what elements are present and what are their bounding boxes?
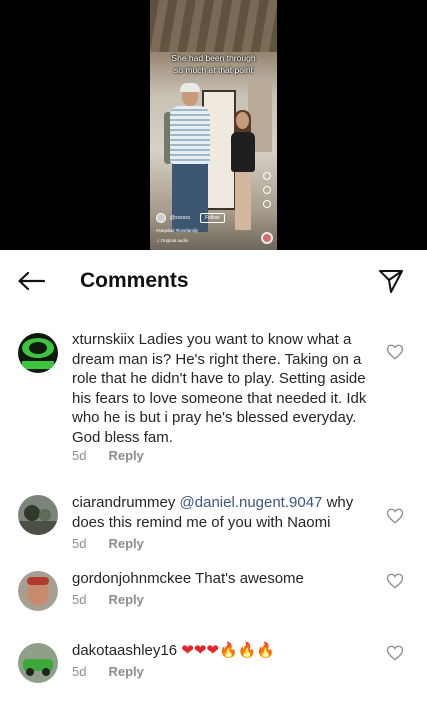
fire-emoji: 🔥 — [237, 641, 257, 659]
send-icon — [379, 270, 403, 293]
comment-time: 5d — [72, 536, 87, 551]
heart-emoji: ❤ — [193, 641, 207, 659]
video-audio: ♫ Original audio — [156, 238, 189, 243]
comment-username[interactable]: dakotaashley16 — [72, 642, 177, 659]
video-caption-line: She had been through — [171, 53, 256, 63]
comment-text: dakotaashley16 ❤❤❤🔥🔥🔥 — [72, 641, 372, 661]
comments-header: Comments — [0, 250, 427, 312]
heart-emoji: ❤ — [206, 641, 219, 659]
comment-meta: 5d Reply — [72, 536, 144, 551]
avatar[interactable] — [18, 643, 58, 683]
video-caption: She had been through so much at that poi… — [150, 52, 277, 76]
comment-list: xturnskiix Ladies you want to know what … — [0, 330, 427, 694]
video-comment-icon[interactable] — [263, 186, 271, 194]
heart-outline-icon[interactable] — [386, 644, 404, 662]
video-side-actions — [261, 172, 273, 208]
comment-time: 5d — [72, 448, 87, 463]
comment-meta: 5d Reply — [72, 664, 144, 679]
video-thumbnail[interactable]: She had been through so much at that poi… — [150, 0, 277, 250]
comment-username[interactable]: gordonjohnmckee — [72, 570, 191, 587]
video-caption-line: so much at that point — [174, 65, 253, 75]
comment-text: ciarandrummey @daniel.nugent.9047 why do… — [72, 493, 372, 532]
outdoor-photo-avatar-icon — [18, 495, 58, 535]
video-music-disc-icon — [261, 232, 273, 244]
video-share-icon[interactable] — [263, 200, 271, 208]
comment-time: 5d — [72, 664, 87, 679]
comment-mention[interactable]: @daniel.nugent.9047 — [180, 494, 323, 511]
reply-button[interactable]: Reply — [108, 664, 143, 679]
comment-username[interactable]: xturnskiix — [72, 331, 135, 348]
comment-username[interactable]: ciarandrummey — [72, 494, 175, 511]
comment-text: xturnskiix Ladies you want to know what … — [72, 330, 372, 447]
heart-outline-icon[interactable] — [386, 343, 404, 361]
avatar[interactable] — [18, 571, 58, 611]
reply-button[interactable]: Reply — [108, 448, 143, 463]
comment-item: ciarandrummey @daniel.nugent.9047 why do… — [0, 464, 427, 552]
heart-outline-icon[interactable] — [386, 572, 404, 590]
share-button[interactable] — [377, 267, 405, 295]
comment-time: 5d — [72, 592, 87, 607]
comment-item: dakotaashley16 ❤❤❤🔥🔥🔥 5d Reply — [0, 624, 427, 694]
heart-emoji: ❤ — [181, 641, 194, 659]
video-username[interactable]: @xxxxxx — [170, 215, 190, 221]
comment-item: gordonjohnmckee That's awesome 5d Reply — [0, 552, 427, 624]
green-logo-avatar-icon — [18, 333, 58, 373]
video-follow-button[interactable]: Follow — [200, 213, 225, 223]
video-ceiling — [150, 0, 277, 52]
avatar[interactable] — [18, 333, 58, 373]
comment-body: That's awesome — [191, 570, 304, 587]
video-area: She had been through so much at that poi… — [0, 0, 427, 250]
back-arrow-icon — [18, 271, 45, 291]
page-title: Comments — [80, 269, 189, 292]
fire-emoji: 🔥 — [219, 641, 238, 659]
avatar[interactable] — [18, 495, 58, 535]
reply-button[interactable]: Reply — [108, 592, 143, 607]
comment-text: gordonjohnmckee That's awesome — [72, 569, 372, 589]
heart-outline-icon[interactable] — [386, 507, 404, 525]
video-user-avatar[interactable] — [156, 213, 166, 223]
reply-button[interactable]: Reply — [108, 536, 143, 551]
back-button[interactable] — [16, 268, 46, 294]
comment-meta: 5d Reply — [72, 448, 144, 463]
video-hashtags: #stepdad #lovefamily — [156, 228, 199, 233]
comment-body: Ladies you want to know what a dream man… — [72, 331, 367, 446]
fire-emoji: 🔥 — [256, 641, 276, 659]
comment-meta: 5d Reply — [72, 592, 144, 607]
car-photo-avatar-icon — [18, 643, 58, 683]
comment-emojis: ❤❤❤🔥🔥🔥 — [181, 641, 275, 659]
video-like-icon[interactable] — [263, 172, 271, 180]
video-user-row: @xxxxxx Follow — [156, 212, 274, 224]
face-photo-avatar-icon — [18, 571, 58, 611]
comment-item: xturnskiix Ladies you want to know what … — [0, 330, 427, 464]
